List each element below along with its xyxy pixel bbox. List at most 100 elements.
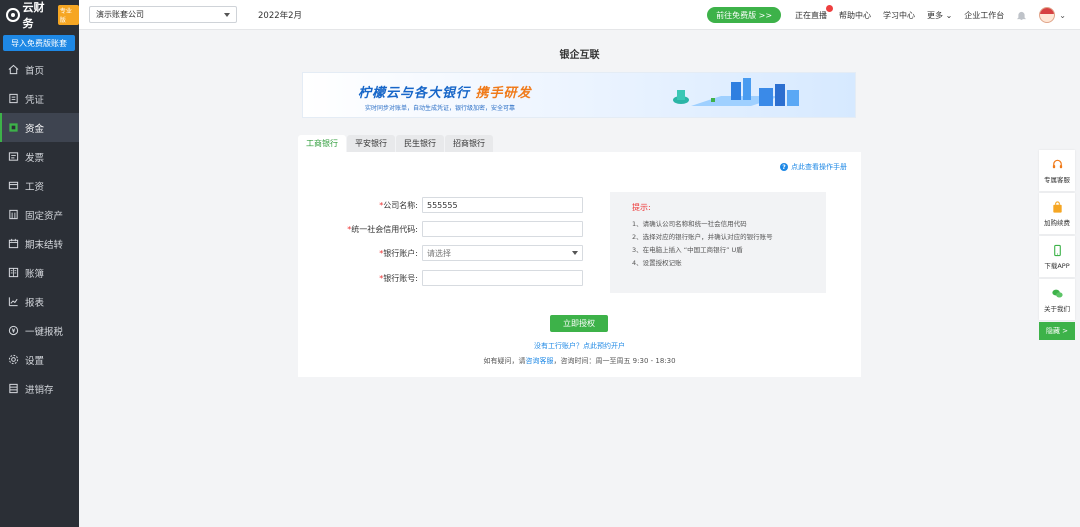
credit-code-field[interactable] (422, 221, 583, 237)
sidebar-item-label: 期末结转 (25, 239, 64, 251)
bank-tabs: 工商银行 平安银行 民生银行 招商银行 (298, 135, 494, 152)
import-free-account-button[interactable]: 导入免费版账套 (3, 35, 75, 51)
top-bar: 演示账套公司 2022年2月 前往免费版 >> 正在直播 帮助中心 学习中心 更… (79, 0, 1080, 30)
tab-pingan[interactable]: 平安银行 (347, 135, 395, 152)
contact-prefix: 如有疑问，请 (483, 357, 526, 365)
account-number-label: *银行账号: (379, 273, 418, 283)
bank-account-select[interactable]: 请选择 (422, 245, 583, 261)
banner-title-main: 柠檬云与各大银行 (358, 86, 471, 101)
open-account-link[interactable]: 没有工行账户？点此预约开户 (298, 341, 861, 351)
floating-toolbar: 专属客服 加购续费 下载APP 关于我们 隐藏 > (1039, 150, 1075, 340)
sidebar-item-voucher[interactable]: 凭证 (0, 84, 79, 113)
chevron-down-icon[interactable]: ⌄ (1059, 11, 1066, 20)
tip-line: 2、选择对应的银行账户，并确认对应的银行账号 (632, 233, 773, 241)
more-menu[interactable]: 更多 ⌄ (927, 10, 952, 21)
company-name-row: *公司名称: 555555 (298, 197, 583, 213)
sidebar-item-fixed-assets[interactable]: 固定资产 (0, 200, 79, 229)
mobile-phone-icon (1053, 244, 1061, 256)
about-us-button[interactable]: 关于我们 (1039, 279, 1075, 320)
sidebar-item-label: 账簿 (25, 268, 45, 280)
hide-toolbar-button[interactable]: 隐藏 > (1039, 322, 1075, 340)
invoice-icon (8, 151, 19, 162)
float-item-label: 下载APP (1044, 261, 1070, 270)
promo-banner: 柠檬云与各大银行 携手研发 实时同步对账单，自动生成凭证，银行级加密，安全可靠 (302, 72, 856, 118)
authorize-button[interactable]: 立即授权 (550, 315, 608, 332)
sidebar-item-period-close[interactable]: 期末结转 (0, 229, 79, 258)
chevron-down-icon: ⌄ (945, 10, 953, 20)
ledger-icon (8, 267, 19, 278)
sidebar-item-label: 首页 (25, 65, 45, 77)
tips-box: 提示: 1、请确认公司名称和统一社会信用代码 2、选择对应的银行账户，并确认对应… (610, 192, 826, 293)
company-name-field[interactable]: 555555 (422, 197, 583, 213)
live-link[interactable]: 正在直播 (795, 4, 834, 21)
logo-text: 云财务 (22, 1, 45, 30)
period-close-icon (8, 238, 19, 249)
headset-icon (1052, 159, 1062, 168)
sidebar-item-tax[interactable]: 一键报税 (0, 316, 79, 345)
tip-line: 1、请确认公司名称和统一社会信用代码 (632, 220, 747, 228)
shopping-bag-icon (1052, 200, 1062, 213)
sidebar-item-funds[interactable]: 资金 (0, 113, 79, 142)
company-name-label: *公司名称: (379, 200, 418, 210)
tab-minsheng[interactable]: 民生银行 (396, 135, 444, 152)
bell-icon[interactable] (1016, 10, 1027, 21)
dedicated-service-button[interactable]: 专属客服 (1039, 150, 1075, 191)
sidebar-item-label: 凭证 (25, 94, 45, 106)
live-badge-icon (826, 4, 834, 12)
banner-title: 柠檬云与各大银行 携手研发 (358, 82, 532, 101)
go-free-version-button[interactable]: 前往免费版 >> (707, 7, 782, 23)
top-right-actions: 前往免费版 >> 正在直播 帮助中心 学习中心 更多 ⌄ 企业工作台 ⌄ (707, 0, 1066, 30)
renew-button[interactable]: 加购续费 (1039, 193, 1075, 234)
chevron-down-icon (572, 251, 578, 255)
logo-icon (6, 8, 20, 22)
app-logo[interactable]: 云财务 专业版 (0, 0, 79, 30)
wechat-icon (1051, 289, 1063, 297)
banner-subtitle: 实时同步对账单，自动生成凭证，银行级加密，安全可靠 (365, 105, 516, 112)
sidebar-item-invoice[interactable]: 发票 (0, 142, 79, 171)
bank-account-row: *银行账户: 请选择 (298, 245, 583, 261)
contact-info: 如有疑问，请咨询客服，咨询时间：周一至周五 9:30 - 18:30 (298, 356, 861, 366)
contact-hours: ，咨询时间：周一至周五 9:30 - 18:30 (553, 357, 676, 365)
chevron-down-icon (224, 12, 230, 17)
help-center-link[interactable]: 帮助中心 (839, 10, 871, 21)
sidebar-item-label: 固定资产 (25, 210, 64, 222)
voucher-icon (8, 93, 19, 104)
more-menu-label: 更多 (927, 10, 944, 20)
tip-line: 4、设置授权记账 (632, 259, 682, 267)
account-number-row: *银行账号: (298, 270, 583, 286)
company-select-value: 演示账套公司 (96, 10, 144, 19)
accounting-period[interactable]: 2022年2月 (258, 9, 302, 21)
credit-code-label: *统一社会信用代码: (347, 224, 418, 234)
sidebar-item-label: 工资 (25, 181, 45, 193)
tax-icon (8, 325, 19, 336)
learning-center-link[interactable]: 学习中心 (883, 10, 915, 21)
page-title: 银企互联 (559, 50, 600, 61)
sidebar-item-report[interactable]: 报表 (0, 287, 79, 316)
salary-icon (8, 180, 19, 191)
sidebar-item-label: 设置 (25, 355, 45, 367)
edition-badge: 专业版 (57, 5, 79, 25)
sidebar-item-settings[interactable]: 设置 (0, 345, 79, 374)
tab-cmb[interactable]: 招商银行 (445, 135, 493, 152)
manual-link[interactable]: ? 点此查看操作手册 (780, 162, 847, 172)
sidebar-item-inventory[interactable]: 进销存 (0, 374, 79, 403)
sidebar-nav: 首页 凭证 资金 发票 工资 固定资产 期末结转 账簿 报表 一键报税 设置 进… (0, 55, 79, 403)
account-number-field[interactable] (422, 270, 583, 286)
sidebar-item-ledger[interactable]: 账簿 (0, 258, 79, 287)
sidebar-item-label: 资金 (25, 123, 45, 135)
company-select[interactable]: 演示账套公司 (89, 6, 237, 23)
float-item-label: 关于我们 (1044, 304, 1070, 313)
enterprise-workbench-link[interactable]: 企业工作台 (964, 10, 1004, 21)
sidebar-item-home[interactable]: 首页 (0, 55, 79, 84)
report-icon (8, 296, 19, 307)
tips-title: 提示: (632, 203, 651, 212)
fixed-asset-icon (8, 209, 19, 220)
manual-link-label: 点此查看操作手册 (791, 163, 847, 171)
customer-service-link[interactable]: 咨询客服 (525, 357, 553, 365)
sidebar-item-label: 一键报税 (25, 326, 64, 338)
banner-title-highlight: 携手研发 (475, 86, 532, 101)
sidebar-item-salary[interactable]: 工资 (0, 171, 79, 200)
download-app-button[interactable]: 下载APP (1039, 236, 1075, 277)
avatar[interactable] (1039, 7, 1056, 23)
tab-icbc[interactable]: 工商银行 (298, 135, 346, 152)
